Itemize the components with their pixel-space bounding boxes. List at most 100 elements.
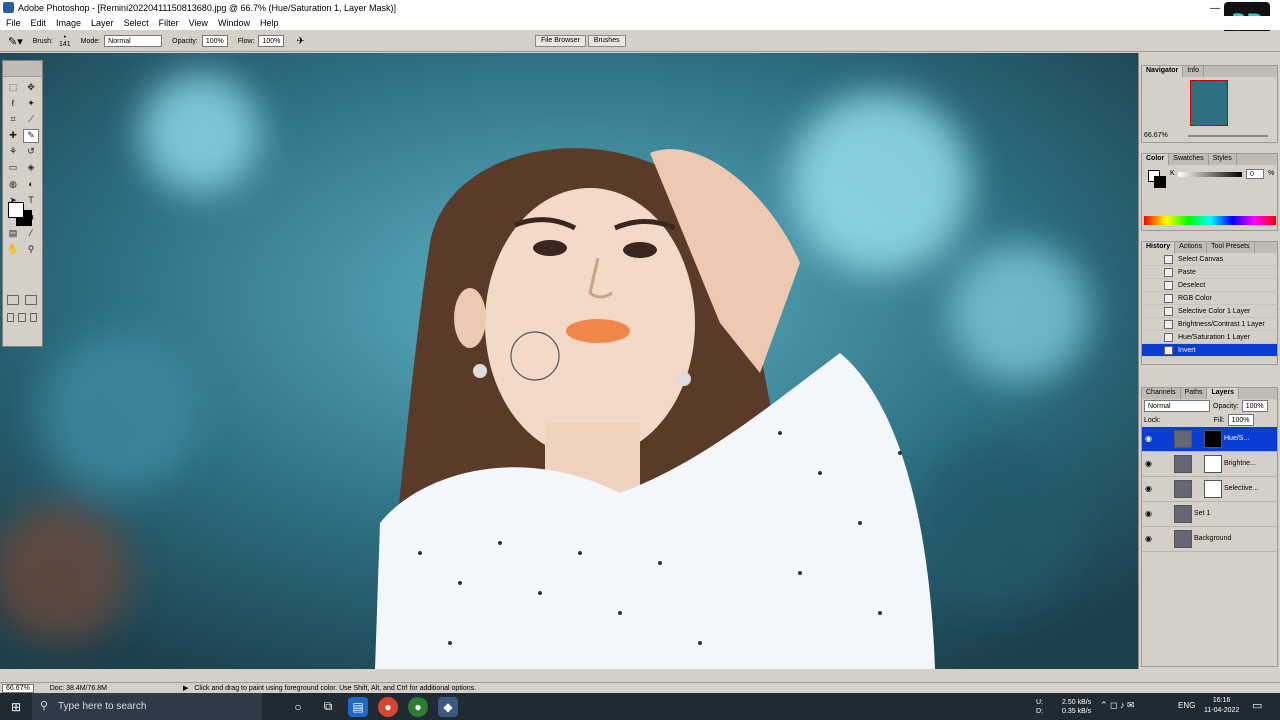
cortana-icon[interactable]: ○ [288, 697, 308, 717]
layer-opacity-field[interactable]: 100% [1241, 400, 1268, 412]
layer-thumbnail[interactable] [1174, 480, 1192, 498]
tray-icons[interactable]: ⌃ ◻ ♪ ✉ [1100, 700, 1135, 711]
history-item[interactable]: Select Canvas [1142, 253, 1277, 266]
layer-thumbnail[interactable] [1174, 530, 1192, 548]
chrome-profile-icon[interactable]: ● [408, 696, 428, 717]
task-view-icon[interactable]: ⧉ [318, 697, 338, 717]
hand-tool-icon[interactable]: ✋ [5, 243, 21, 257]
screen-mode-full-icon[interactable] [29, 313, 37, 322]
crop-tool-icon[interactable]: ⌗ [5, 113, 21, 127]
tab-paths[interactable]: Paths [1181, 388, 1208, 399]
file-browser-tab[interactable]: File Browser [535, 35, 586, 47]
photoshop-taskbar-icon[interactable]: ◆ [438, 696, 458, 717]
navigator-thumbnail[interactable] [1190, 80, 1228, 126]
layer-row[interactable]: ◉ Brightne... [1142, 452, 1277, 477]
healing-brush-tool-icon[interactable]: ✚ [5, 129, 21, 143]
layer-row[interactable]: ◉ Hue/S... [1142, 427, 1277, 452]
tab-styles[interactable]: Styles [1209, 154, 1237, 165]
tab-info[interactable]: Info [1183, 66, 1204, 77]
menu-select[interactable]: Select [124, 18, 149, 28]
history-item[interactable]: RGB Color [1142, 292, 1277, 305]
history-item[interactable]: Brightness/Contrast 1 Layer [1142, 318, 1277, 331]
opacity-field[interactable]: 100% [201, 35, 228, 47]
tab-swatches[interactable]: Swatches [1169, 154, 1209, 165]
clock[interactable]: 16:16 11-04-2022 [1204, 696, 1239, 716]
menu-edit[interactable]: Edit [31, 18, 47, 28]
layer-mask-thumbnail[interactable] [1204, 455, 1222, 473]
move-tool-icon[interactable]: ✥ [23, 80, 39, 94]
tab-navigator[interactable]: Navigator [1142, 66, 1184, 77]
history-item[interactable]: Invert [1142, 344, 1277, 357]
blend-mode-select[interactable]: Normal [1144, 400, 1210, 412]
fill-field[interactable]: 100% [1227, 414, 1254, 426]
clone-stamp-tool-icon[interactable]: ⚘ [5, 145, 21, 159]
zoom-tool-icon[interactable]: ⚲ [23, 243, 39, 257]
type-tool-icon[interactable]: T [23, 193, 39, 207]
screen-mode-full-menu-icon[interactable] [18, 313, 26, 322]
history-item[interactable]: Hue/Saturation 1 Layer [1142, 331, 1277, 344]
color-ramp[interactable] [1144, 216, 1276, 225]
history-brush-tool-icon[interactable]: ↺ [23, 145, 39, 159]
history-item[interactable]: Paste [1142, 266, 1277, 279]
marquee-tool-icon[interactable]: ⬚ [5, 80, 21, 94]
layer-mask-thumbnail[interactable] [1204, 430, 1222, 448]
flow-field[interactable]: 100% [258, 35, 285, 47]
visibility-eye-icon[interactable]: ◉ [1145, 535, 1154, 543]
windows-start-icon[interactable]: ⊞ [6, 697, 26, 717]
history-item[interactable]: Selective Color 1 Layer [1142, 305, 1277, 318]
standard-mode-icon[interactable] [7, 295, 19, 305]
brush-tool-icon[interactable]: ✎▾ [8, 35, 23, 48]
menu-help[interactable]: Help [260, 18, 279, 28]
brushes-tab[interactable]: Brushes [587, 35, 626, 47]
tab-history[interactable]: History [1142, 242, 1176, 253]
lasso-tool-icon[interactable]: ℓ [5, 96, 21, 110]
mode-select[interactable]: Normal [104, 35, 163, 47]
status-doc-size[interactable]: Doc: 38.4M/76.8M [50, 685, 107, 692]
menu-window[interactable]: Window [218, 18, 250, 28]
slice-tool-icon[interactable]: ⟋ [23, 113, 39, 127]
blur-tool-icon[interactable]: ◍ [5, 177, 21, 191]
brush-tool-icon[interactable]: ✎ [23, 128, 39, 143]
magic-wand-tool-icon[interactable]: ✦ [23, 97, 39, 111]
quick-mask-icon[interactable] [25, 295, 37, 305]
paint-bucket-tool-icon[interactable]: ◈ [23, 161, 39, 175]
language-indicator[interactable]: ENG [1178, 701, 1195, 710]
layer-row[interactable]: ◉ Selective... [1142, 477, 1277, 502]
brush-picker[interactable]: • 141 [59, 34, 71, 48]
tab-tool-presets[interactable]: Tool Presets [1207, 242, 1255, 253]
layer-thumbnail[interactable] [1174, 505, 1192, 523]
color-slider[interactable] [1178, 172, 1242, 177]
minimize-icon[interactable]: — [1210, 3, 1220, 14]
menu-filter[interactable]: Filter [159, 18, 179, 28]
eyedropper-tool-icon[interactable]: ⁄ [23, 226, 39, 240]
layer-thumbnail[interactable] [1174, 430, 1192, 448]
tab-color[interactable]: Color [1142, 154, 1170, 165]
visibility-eye-icon[interactable]: ◉ [1145, 485, 1154, 493]
eraser-tool-icon[interactable]: ▭ [5, 161, 21, 175]
tab-actions[interactable]: Actions [1175, 242, 1208, 253]
layer-row[interactable]: ◉ Set 1 [1142, 502, 1277, 527]
navigator-zoom[interactable]: 66.67% [1144, 132, 1168, 139]
menu-file[interactable]: File [6, 18, 21, 28]
chrome-icon[interactable]: ● [378, 696, 398, 717]
menu-view[interactable]: View [189, 18, 208, 28]
dodge-tool-icon[interactable]: ◐ [23, 177, 39, 191]
tab-channels[interactable]: Channels [1142, 388, 1181, 399]
color-value-field[interactable]: 0 [1246, 169, 1264, 179]
menu-image[interactable]: Image [56, 18, 81, 28]
layer-row[interactable]: ◉ Background [1142, 527, 1277, 552]
menu-layer[interactable]: Layer [91, 18, 114, 28]
layer-mask-thumbnail[interactable] [1204, 480, 1222, 498]
navigator-zoom-slider[interactable] [1188, 135, 1268, 137]
airbrush-icon[interactable]: ✈ [296, 36, 304, 47]
taskbar-search[interactable]: ⚲ Type here to search [32, 693, 262, 720]
status-arrow-icon[interactable]: ▶ [183, 684, 188, 692]
notes-tool-icon[interactable]: ▤ [5, 227, 21, 241]
foreground-color-swatch[interactable] [8, 202, 24, 218]
document-canvas[interactable] [0, 53, 1138, 669]
screen-mode-standard-icon[interactable] [7, 313, 15, 322]
visibility-eye-icon[interactable]: ◉ [1145, 510, 1154, 518]
status-zoom[interactable]: 66.67% [2, 683, 34, 693]
notification-icon[interactable]: ▭ [1252, 699, 1262, 712]
visibility-eye-icon[interactable]: ◉ [1145, 435, 1154, 443]
